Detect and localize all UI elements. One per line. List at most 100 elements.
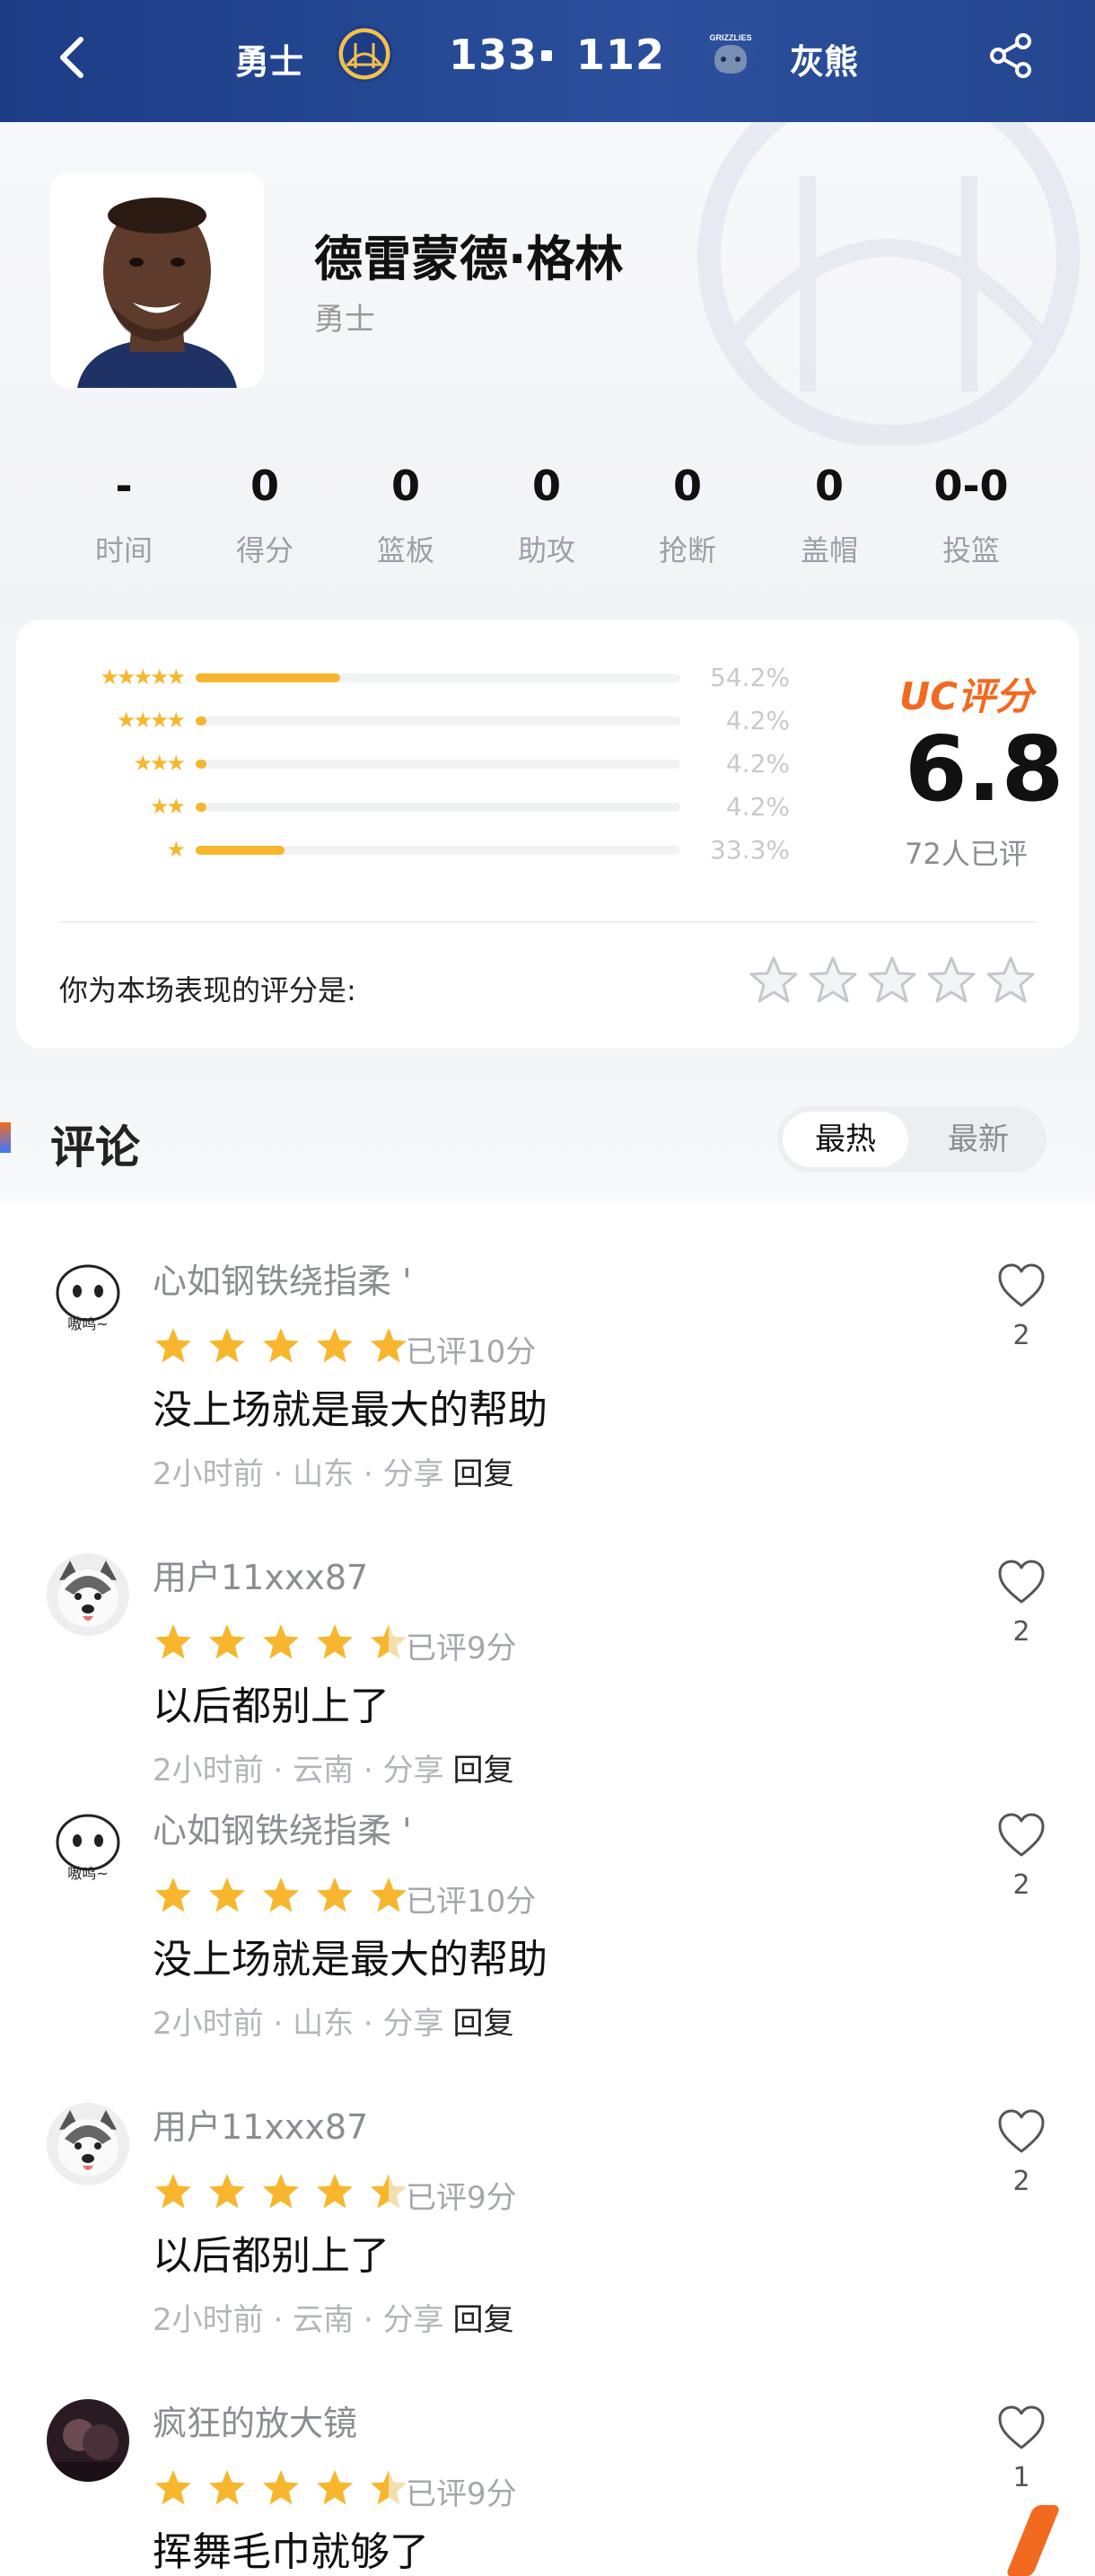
heart-icon[interactable]	[996, 1262, 1047, 1309]
tab-hot[interactable]: 最热	[783, 1112, 908, 1167]
comment-rated-score: 已评10分	[406, 1884, 537, 1920]
heart-icon[interactable]	[996, 2108, 1047, 2155]
like-count: 2	[1012, 1616, 1030, 1648]
heart-icon[interactable]	[996, 2405, 1047, 2451]
comment-rated-score: 已评10分	[406, 1334, 537, 1370]
comment-text[interactable]: 挥舞毛巾就够了	[153, 2519, 429, 2576]
section-accent	[0, 1122, 11, 1153]
comments-header: 评论 最热 最新	[0, 1068, 1095, 1203]
four-star-icon: ★★★★	[116, 708, 186, 733]
share-icon[interactable]	[984, 29, 1038, 83]
like-count: 2	[1012, 2166, 1030, 2197]
share-link[interactable]: 分享	[383, 2006, 444, 2042]
reply-button[interactable]: 回复	[453, 2006, 514, 2042]
avatar-caption: 嗷呜~	[67, 1315, 108, 1332]
stat-value: 0	[531, 462, 561, 510]
away-team-name[interactable]: 灰熊	[790, 34, 858, 84]
comment-text[interactable]: 以后都别上了	[153, 2223, 390, 2281]
share-link[interactable]: 分享	[383, 1456, 444, 1492]
comment-username[interactable]: 用户11xxx87	[153, 1550, 368, 1599]
user-avatar[interactable]	[47, 2399, 129, 2482]
comment-text[interactable]: 没上场就是最大的帮助	[153, 1927, 548, 1984]
stat-time: - 时间	[52, 462, 196, 569]
comment-item: 用户11xxx87 已评9分 以后都别上了 2小时前 · 云南 · 分享 回复 2	[0, 2076, 1095, 2372]
heart-icon[interactable]	[996, 1559, 1047, 1605]
rating-bar-5: ★★★★★ 54.2%	[16, 663, 824, 692]
comment-rated-score: 已评9分	[406, 1631, 517, 1666]
bar-percent: 4.2%	[725, 749, 790, 778]
stat-label: 篮板	[376, 533, 434, 567]
uc-rating-score: 6.8	[905, 717, 1064, 822]
stat-label: 投篮	[942, 533, 1000, 567]
like-count: 2	[1012, 1869, 1030, 1901]
rating-bar-3: ★★★ 4.2%	[16, 749, 824, 778]
avatar-caption: 嗷呜~	[67, 1865, 108, 1882]
comment-text[interactable]: 没上场就是最大的帮助	[153, 1377, 548, 1435]
stat-value: 0	[672, 462, 702, 510]
rating-bar-2: ★★ 4.2%	[16, 792, 824, 822]
rating-star-icon	[371, 2174, 407, 2209]
one-star-icon: ★	[166, 837, 186, 862]
comment-stars	[153, 1622, 413, 1663]
bar-percent: 33.3%	[710, 835, 790, 865]
share-link[interactable]: 分享	[383, 2302, 444, 2338]
user-avatar[interactable]	[47, 1553, 129, 1636]
bar-percent: 4.2%	[725, 706, 790, 735]
comment-stars	[153, 2467, 413, 2509]
comment-username[interactable]: 心如钢铁绕指柔 '	[153, 1803, 412, 1852]
user-avatar[interactable]: 嗷呜~	[47, 1807, 129, 1889]
meta-separator: ·	[263, 2006, 293, 2042]
rating-star-icon	[209, 1877, 245, 1912]
uc-rating-title: UC评分	[899, 674, 1033, 718]
rating-star-icon	[263, 2470, 299, 2505]
tab-new[interactable]: 最新	[915, 1112, 1041, 1167]
home-score: 133	[449, 31, 539, 79]
bar-fill	[196, 673, 340, 682]
rating-star-icon	[371, 1624, 407, 1659]
comment-stars	[153, 2171, 413, 2212]
rating-star-icon	[209, 1624, 245, 1659]
rate-star-5-icon[interactable]	[984, 954, 1038, 1007]
comment-username[interactable]: 心如钢铁绕指柔 '	[153, 1253, 412, 1303]
player-team: 勇士	[314, 302, 375, 338]
rate-star-4-icon[interactable]	[924, 954, 978, 1007]
comment-text[interactable]: 以后都别上了	[153, 1674, 390, 1731]
bar-percent: 4.2%	[725, 792, 790, 822]
rate-star-3-icon[interactable]	[865, 954, 919, 1007]
comment-username[interactable]: 疯狂的放大镜	[153, 2396, 357, 2445]
comment-item: 用户11xxx87 已评9分 以后都别上了 2小时前 · 云南 · 分享 回复 2	[0, 1526, 1095, 1823]
rating-star-icon	[155, 2470, 191, 2505]
bar-track	[196, 846, 680, 855]
meta-separator: ·	[354, 2302, 383, 2338]
meta-separator: ·	[263, 1456, 293, 1492]
warriors-logo-icon[interactable]	[336, 25, 393, 83]
comment-time: 2小时前	[153, 1456, 264, 1492]
comment-list: 嗷呜~ 心如钢铁绕指柔 ' 已评10分 没上场就是最大的帮助 2小时前 · 山东 · 分…	[0, 1203, 1095, 2576]
user-avatar[interactable]	[47, 2103, 129, 2185]
heart-icon[interactable]	[996, 1812, 1047, 1859]
bar-fill	[196, 717, 207, 725]
comment-item: 疯狂的放大镜已评9分挥舞毛巾就够了2小时前 · 陕西 · 分享回复1	[0, 2372, 1095, 2576]
rate-star-2-icon[interactable]	[806, 954, 860, 1007]
comment-stars	[153, 1325, 413, 1367]
top-bar: 勇士 133 112 GRIZZLIES 灰熊	[0, 0, 1095, 122]
stat-value: -	[115, 462, 133, 510]
comment-username[interactable]: 用户11xxx87	[153, 2099, 368, 2149]
stat-label: 得分	[235, 533, 293, 567]
reply-button[interactable]: 回复	[453, 2302, 514, 2338]
home-team-name[interactable]: 勇士	[235, 34, 303, 84]
rate-star-1-icon[interactable]	[747, 954, 801, 1007]
two-star-icon: ★★	[149, 794, 186, 819]
rating-bar-4: ★★★★ 4.2%	[16, 706, 824, 735]
rating-star-icon	[209, 2470, 245, 2505]
back-icon[interactable]	[54, 32, 90, 83]
user-avatar[interactable]: 嗷呜~	[47, 1257, 129, 1340]
rating-star-icon	[371, 1328, 407, 1363]
comment-item: 嗷呜~ 心如钢铁绕指柔 ' 已评10分 没上场就是最大的帮助 2小时前 · 山东 · 分…	[0, 1780, 1095, 2076]
bar-track	[196, 803, 680, 812]
rating-star-icon	[263, 1328, 299, 1363]
bar-track	[196, 760, 680, 769]
reply-button[interactable]: 回复	[453, 1456, 514, 1492]
grizzlies-logo-icon[interactable]: GRIZZLIES	[702, 25, 759, 83]
comment-meta: 2小时前 · 山东 · 分享 回复	[153, 1449, 514, 1493]
